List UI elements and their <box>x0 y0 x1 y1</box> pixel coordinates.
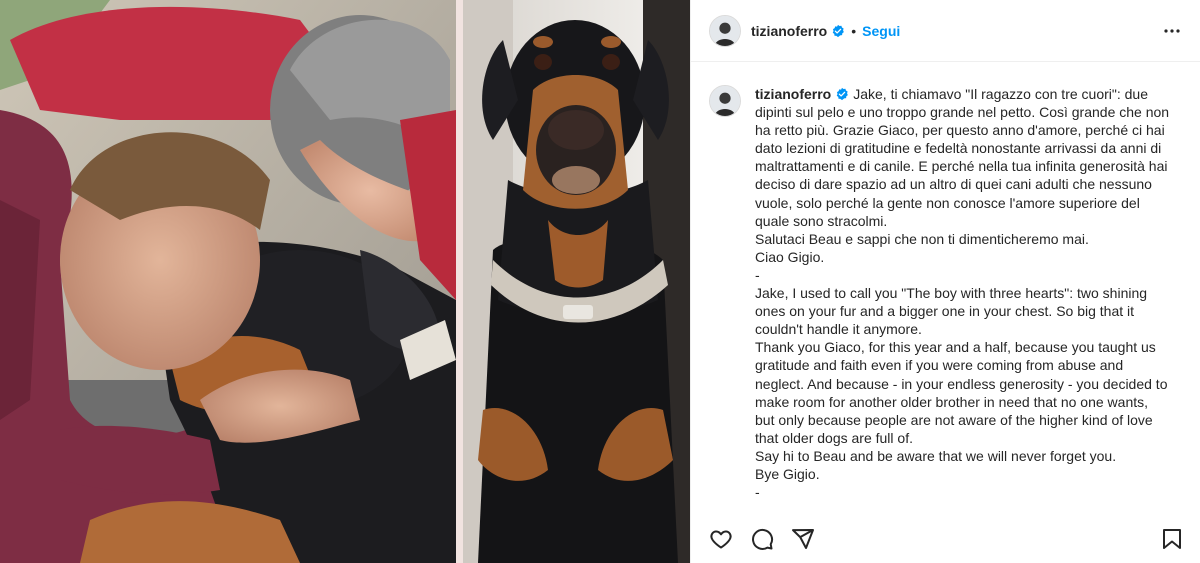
caption-line: dipinti sul pelo e uno troppo grande nel… <box>755 104 1170 121</box>
photo-men-hugging-dog <box>0 0 456 563</box>
separator-dot: • <box>851 22 857 39</box>
caption-first-line: tizianoferro Jake, ti chiamavo "Il ragazz… <box>755 85 1175 103</box>
caption-area[interactable]: tizianoferro Jake, ti chiamavo "Il ragazz… <box>691 63 1200 515</box>
caption-line: that older dogs are full of. <box>755 429 913 446</box>
caption-line: gratitude and faith even if you were com… <box>755 357 1124 374</box>
photo-divider <box>456 0 463 563</box>
username[interactable]: tizianoferro <box>751 23 827 39</box>
heart-icon[interactable] <box>709 527 733 551</box>
caption-line: - <box>755 266 760 283</box>
caption-line: vuole, solo perché la gente non conosce … <box>755 194 1140 211</box>
caption-line: quale sono stracolmi. <box>755 212 888 229</box>
caption-line: Say hi to Beau and be aware that we will… <box>755 447 1117 464</box>
caption-line: maltrattamenti e di canile. E perché nel… <box>755 158 1168 175</box>
caption-line: deciso di dare spazio ad un altro di que… <box>755 176 1152 193</box>
caption-line: - <box>755 484 760 501</box>
caption-line: make room for another older brother in n… <box>755 393 1149 410</box>
caption-line: Thank you Giaco, for this year and a hal… <box>755 339 1156 356</box>
bookmark-icon[interactable] <box>1160 527 1184 551</box>
comment-icon[interactable] <box>750 527 774 551</box>
post-media[interactable] <box>0 0 690 563</box>
caption-comment: tizianoferro Jake, ti chiamavo "Il ragazz… <box>709 85 1182 501</box>
caption-line: Jake, ti chiamavo "Il ragazzo con tre cu… <box>853 86 1148 102</box>
avatar[interactable] <box>709 14 741 47</box>
more-options-icon[interactable] <box>1160 19 1184 43</box>
caption-line: dato lezioni di gratitudine e fedeltà no… <box>755 140 1162 157</box>
photo-doberman-portrait <box>463 0 690 563</box>
caption-line: ones on your fur and a bigger one in you… <box>755 303 1135 320</box>
caption-line: Bye Gigio. <box>755 465 820 482</box>
follow-button[interactable]: Segui <box>862 23 900 39</box>
caption-line: but only because people are not aware of… <box>755 411 1153 428</box>
caption-line: couldn't handle it anymore. <box>755 321 922 338</box>
share-icon[interactable] <box>791 527 815 551</box>
post-panel: tizianoferro • Segui tizianoferro Jake, t… <box>690 0 1200 563</box>
caption-line: Jake, I used to call you "The boy with t… <box>755 285 1148 302</box>
caption-line: Salutaci Beau e sappi che non ti dimenti… <box>755 230 1089 247</box>
verified-badge-icon <box>835 87 849 101</box>
avatar[interactable] <box>709 85 741 117</box>
action-bar <box>691 515 1200 563</box>
caption-line: ha retto più. Grazie Giaco, per questo a… <box>755 122 1165 139</box>
post-header: tizianoferro • Segui <box>691 0 1200 62</box>
caption-line: neglect. And because - in your endless g… <box>755 375 1168 392</box>
caption-line: Ciao Gigio. <box>755 248 825 265</box>
verified-badge-icon <box>831 24 845 38</box>
caption-username[interactable]: tizianoferro <box>755 86 831 102</box>
caption-text: tizianoferro Jake, ti chiamavo "Il ragazz… <box>755 85 1175 501</box>
